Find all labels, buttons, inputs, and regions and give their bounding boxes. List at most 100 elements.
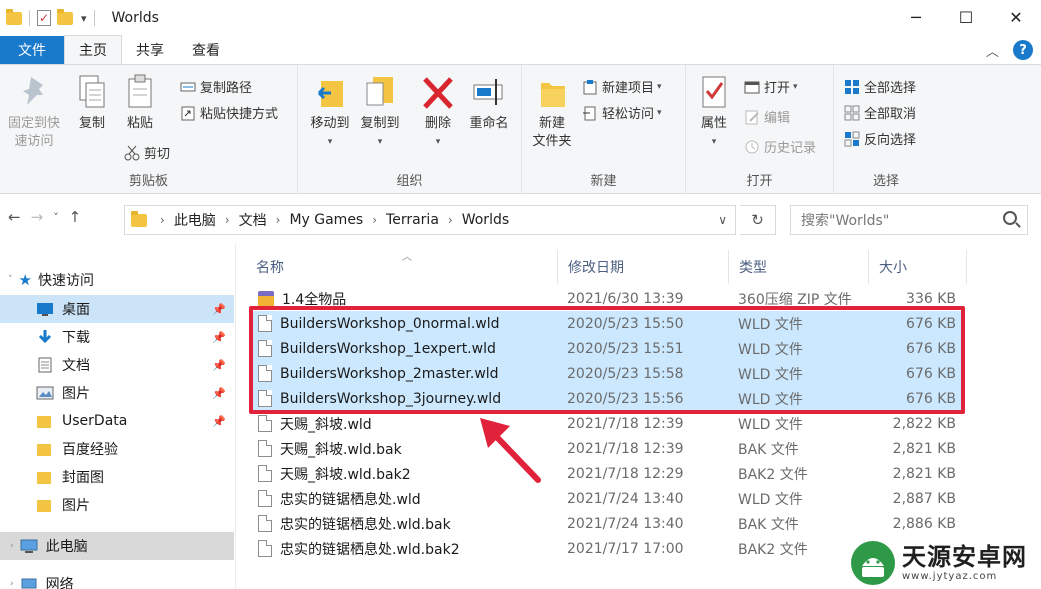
invert-selection-button[interactable]: 反向选择	[844, 129, 916, 148]
paste-button[interactable]: 粘贴	[118, 73, 162, 133]
file-row[interactable]: 1.4全物品 2021/6/30 13:39 360压缩 ZIP 文件 336 …	[250, 286, 962, 311]
recent-locations-icon[interactable]: ˅	[53, 211, 59, 226]
new-item-button[interactable]: 新建项目 ▾	[582, 77, 662, 96]
pin-icon[interactable]: 📌	[212, 415, 226, 428]
chevron-right-icon[interactable]: ›	[372, 213, 377, 227]
copy-button[interactable]: 复制	[70, 73, 114, 133]
history-icon	[744, 139, 760, 155]
move-to-button[interactable]: 移动到 ▾	[306, 73, 354, 151]
sidebar-item-baidu[interactable]: 百度经验	[0, 435, 234, 463]
maximize-button[interactable]: ☐	[941, 0, 991, 34]
file-row[interactable]: 天赐_斜坡.wld.bak2 2021/7/18 12:29 BAK2 文件 2…	[250, 461, 962, 486]
pin-icon	[17, 73, 51, 111]
file-row[interactable]: 天赐_斜坡.wld.bak 2021/7/18 12:39 BAK 文件 2,8…	[250, 436, 962, 461]
properties-icon	[697, 73, 731, 111]
properties-check-icon[interactable]: ✓	[37, 10, 51, 26]
pin-icon[interactable]: 📌	[212, 359, 226, 372]
folder-icon[interactable]	[6, 8, 22, 25]
tab-share[interactable]: 共享	[122, 36, 178, 64]
expand-icon[interactable]: ›	[10, 579, 14, 589]
chevron-right-icon[interactable]: ›	[448, 213, 453, 227]
sort-ascending-icon: ︿	[402, 252, 412, 263]
history-button[interactable]: 历史记录	[744, 137, 816, 156]
file-row-selected[interactable]: BuildersWorkshop_3journey.wld 2020/5/23 …	[250, 386, 962, 411]
minimize-button[interactable]: ─	[891, 0, 941, 34]
breadcrumb-terraria[interactable]: Terraria	[386, 212, 439, 228]
file-row-selected[interactable]: BuildersWorkshop_0normal.wld 2020/5/23 1…	[250, 311, 962, 336]
help-icon[interactable]: ?	[1013, 40, 1033, 60]
chevron-right-icon[interactable]: ›	[160, 213, 165, 227]
file-row-selected[interactable]: BuildersWorkshop_1expert.wld 2020/5/23 1…	[250, 336, 962, 361]
copy-path-button[interactable]: 复制路径	[180, 77, 252, 96]
select-group-label: 选择	[872, 174, 899, 189]
pin-icon[interactable]: 📌	[212, 303, 226, 316]
sidebar-quick-access[interactable]: ˅ ★ 快速访问	[0, 266, 234, 294]
pin-icon[interactable]: 📌	[212, 331, 226, 344]
pin-icon[interactable]: 📌	[212, 387, 226, 400]
sidebar-this-pc[interactable]: › 此电脑	[0, 532, 234, 560]
easy-access-button[interactable]: 轻松访问 ▾	[582, 103, 662, 122]
file-row[interactable]: 忠实的链锯栖息处.wld.bak 2021/7/24 13:40 BAK 文件 …	[250, 511, 962, 536]
chevron-right-icon[interactable]: ›	[276, 213, 281, 227]
delete-button[interactable]: 删除 ▾	[418, 73, 458, 151]
tab-view[interactable]: 查看	[178, 36, 234, 64]
folder-icon	[36, 497, 54, 513]
cut-button[interactable]: 剪切	[124, 143, 170, 162]
edit-button[interactable]: 编辑	[744, 107, 790, 126]
file-icon	[258, 315, 272, 332]
rename-button[interactable]: 重命名	[464, 73, 514, 133]
sidebar-item-pictures-folder[interactable]: 图片	[0, 491, 234, 519]
column-header-size[interactable]: 大小	[869, 250, 967, 284]
properties-button[interactable]: 属性 ▾	[694, 73, 734, 151]
tab-home[interactable]: 主页	[64, 35, 122, 64]
new-folder-icon[interactable]	[57, 8, 73, 25]
chevron-down-icon[interactable]: ∨	[718, 213, 727, 227]
sidebar-item-pictures[interactable]: 图片 📌	[0, 379, 234, 407]
delete-x-icon	[421, 73, 455, 111]
sidebar-item-documents[interactable]: 文档 📌	[0, 351, 234, 379]
picture-icon	[36, 385, 54, 401]
column-header-name[interactable]: 名称 ︿	[246, 250, 558, 284]
new-folder-button[interactable]: 新建 文件夹	[526, 73, 578, 151]
forward-arrow-icon[interactable]: →	[31, 208, 44, 226]
sidebar-item-cover[interactable]: 封面图	[0, 463, 234, 491]
sidebar-item-userdata[interactable]: UserData 📌	[0, 407, 234, 435]
watermark: 天源安卓网 www.jytyaz.com	[848, 536, 1041, 589]
close-button[interactable]: ✕	[991, 0, 1041, 34]
breadcrumb-my-games[interactable]: My Games	[289, 212, 363, 228]
folder-icon	[36, 413, 54, 429]
breadcrumb-documents[interactable]: 文档	[239, 210, 267, 230]
paste-shortcut-button[interactable]: 粘贴快捷方式	[180, 103, 278, 122]
address-path[interactable]: › 此电脑 › 文档 › My Games › Terraria › World…	[124, 205, 736, 235]
open-button[interactable]: 打开 ▾	[744, 77, 798, 96]
breadcrumb-this-pc[interactable]: 此电脑	[174, 210, 216, 230]
pin-quick-access-button[interactable]: 固定到快 速访问	[4, 73, 64, 151]
file-row[interactable]: 天赐_斜坡.wld 2021/7/18 12:39 WLD 文件 2,822 K…	[250, 411, 962, 436]
sidebar-network[interactable]: › 网络	[0, 570, 234, 589]
expand-icon[interactable]: ˅	[8, 275, 13, 285]
sidebar-item-downloads[interactable]: 下载 📌	[0, 323, 234, 351]
search-input[interactable]: 搜索"Worlds"	[790, 205, 1028, 235]
file-row[interactable]: 忠实的链锯栖息处.wld 2021/7/24 13:40 WLD 文件 2,88…	[250, 486, 962, 511]
column-header-type[interactable]: 类型	[729, 250, 869, 284]
file-row-selected[interactable]: BuildersWorkshop_2master.wld 2020/5/23 1…	[250, 361, 962, 386]
refresh-button[interactable]: ↻	[740, 205, 776, 235]
clipboard-group-label: 剪贴板	[128, 174, 168, 189]
up-arrow-icon[interactable]: ↑	[69, 208, 82, 226]
column-header-date[interactable]: 修改日期	[558, 250, 729, 284]
customize-dropdown-icon[interactable]: ▾	[81, 12, 87, 25]
select-group: 全部选择 全部取消 反向选择 选择	[834, 65, 938, 193]
collapse-ribbon-icon[interactable]: ︿	[986, 41, 999, 60]
watermark-url: www.jytyaz.com	[902, 571, 998, 582]
tab-file[interactable]: 文件	[0, 36, 64, 64]
select-all-button[interactable]: 全部选择	[844, 77, 916, 96]
expand-icon[interactable]: ›	[10, 541, 14, 551]
breadcrumb-worlds[interactable]: Worlds	[462, 212, 509, 228]
copy-to-button[interactable]: 复制到 ▾	[356, 73, 404, 151]
rename-icon	[472, 73, 506, 111]
select-none-button[interactable]: 全部取消	[844, 103, 916, 122]
chevron-right-icon[interactable]: ›	[225, 213, 230, 227]
sidebar-item-desktop[interactable]: 桌面 📌	[0, 295, 234, 323]
back-arrow-icon[interactable]: ←	[8, 208, 21, 226]
zip-archive-icon	[258, 290, 274, 307]
